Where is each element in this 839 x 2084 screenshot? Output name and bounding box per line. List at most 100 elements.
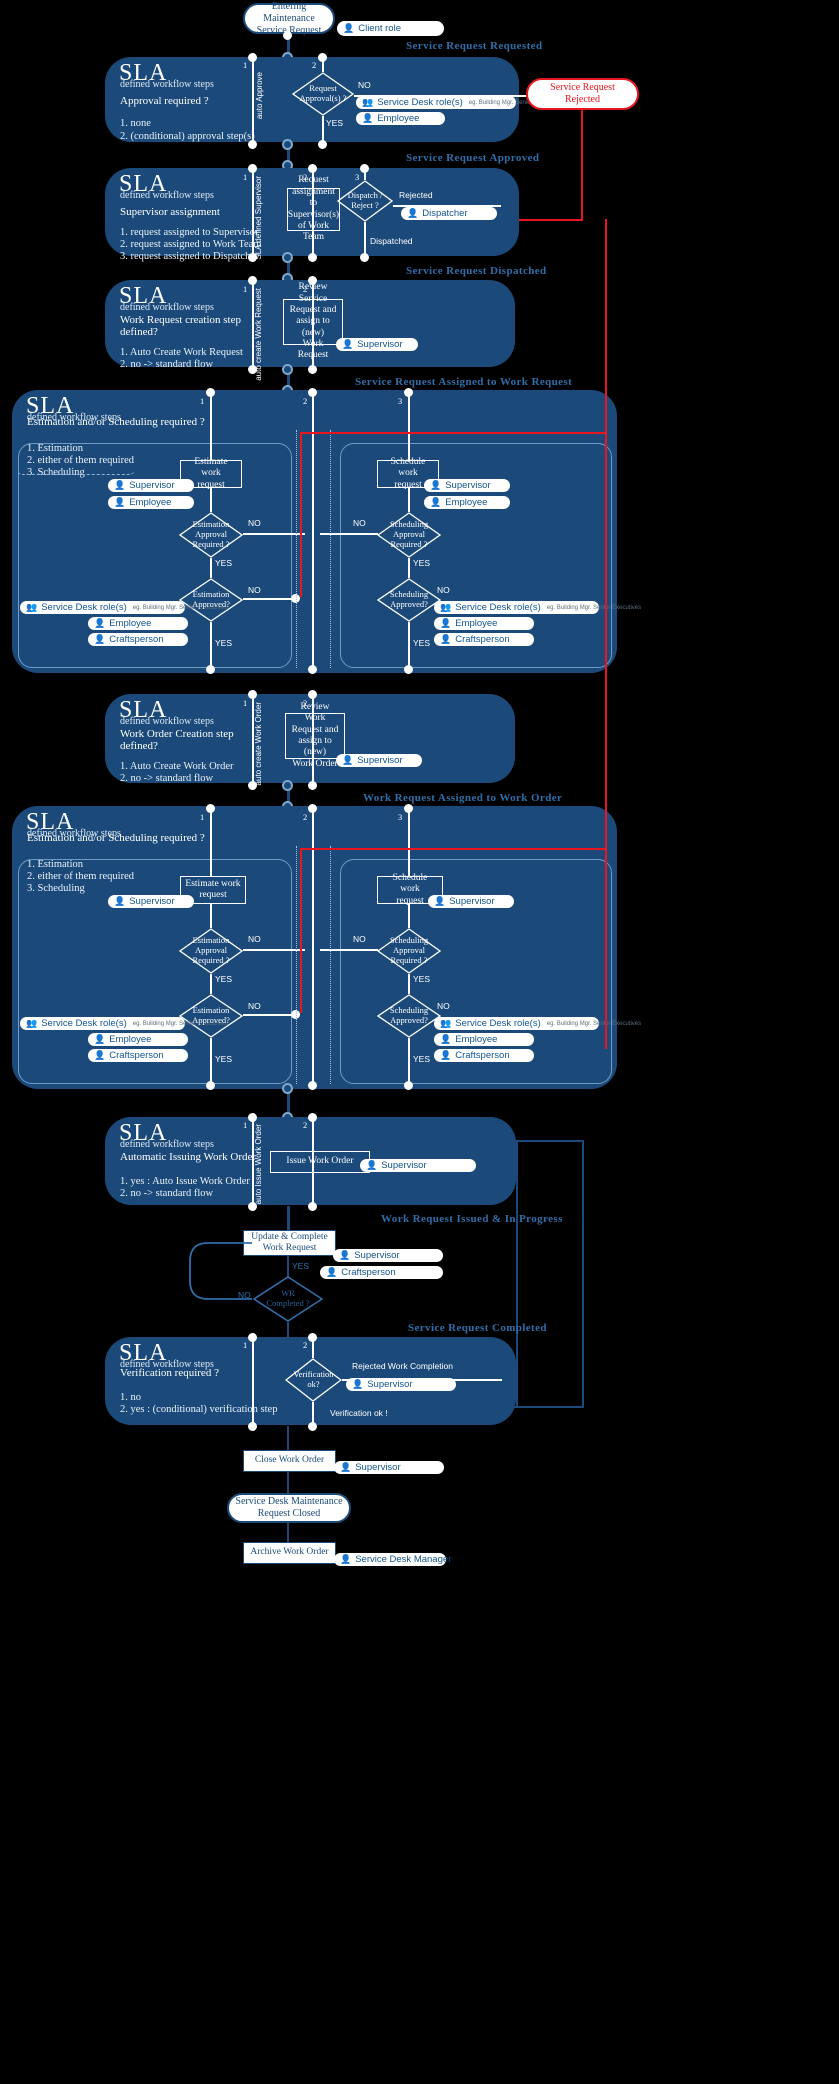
process-review-work-request: Review Work Request and assign to (new) … <box>285 702 345 769</box>
junction-dot-hollow <box>282 139 293 150</box>
decision-request-approvals: Request Approval(s) ? <box>292 72 354 116</box>
decision-label: WR Completed ? <box>266 1288 310 1308</box>
dotted-guide-right <box>330 846 331 1084</box>
status-service-request-completed: Service Request Completed <box>408 1322 547 1334</box>
track2-end-dot <box>308 665 317 674</box>
person-icon: 👤 <box>342 339 354 349</box>
role-chip-service-desk: 👥 Service Desk role(s) eg. Building Mgr.… <box>434 601 641 614</box>
workflow-diagram: Entering Maintenance Service Request 👤 C… <box>0 0 839 2084</box>
track-number-1: 1 <box>243 1120 248 1130</box>
track3-line-a <box>408 392 410 460</box>
track1-line-a <box>210 808 212 876</box>
sla-question: Approval required ? <box>120 95 209 107</box>
role-chip-supervisor: 👤 Supervisor <box>336 754 422 767</box>
decision-dispatch-reject: Dispatch / Reject ? <box>337 180 393 222</box>
person-icon: 👤 <box>343 23 355 33</box>
sla-item-2: 2. (conditional) approval step(s) <box>120 131 255 142</box>
person-icon: 👤 <box>340 1462 352 1472</box>
track3-line-c <box>408 974 410 994</box>
track1-line-b <box>210 488 212 512</box>
decision-label: Estimation Approved? <box>192 589 230 609</box>
edge-label-no: NO <box>353 934 366 944</box>
decision-label: Estimation Approval Required ? <box>192 935 230 965</box>
start-terminator: Entering Maintenance Service Request <box>243 0 335 36</box>
decision-label: Scheduling Approved? <box>389 589 429 609</box>
track1-line <box>252 60 254 144</box>
role-chip-employee: 👤 Employee <box>356 112 445 125</box>
track2-start-dot <box>308 1333 317 1342</box>
track-number-1: 1 <box>243 284 248 294</box>
connector-verification-to-close <box>287 1426 289 1450</box>
sch-no-line-wr <box>320 533 378 535</box>
role-supervisor-label: Supervisor <box>357 339 403 350</box>
track-number-2: 2 <box>303 1340 308 1350</box>
role-chip-supervisor: 👤 Supervisor <box>108 479 194 492</box>
decision-label: Estimation Approved? <box>192 1005 230 1025</box>
decision-label: Verification ok? <box>293 1369 334 1389</box>
person-icon: 👤 <box>114 497 126 507</box>
track1-label: auto Issue Work Order <box>254 1124 263 1205</box>
role-chip-service-desk: 👥 Service Desk role(s) eg. Building Mgr.… <box>434 1017 641 1030</box>
edge-label-yes: YES <box>215 638 233 648</box>
track3-end-dot <box>404 665 413 674</box>
decision-estimation-approval-required-wo: Estimation Approval Required ? <box>179 928 243 974</box>
track1-line-b <box>210 904 212 928</box>
edge-label-yes: YES <box>292 1261 310 1271</box>
track-number-1: 1 <box>243 1340 248 1350</box>
track3-line-c <box>408 558 410 578</box>
status-dispatched: Service Request Dispatched <box>406 265 547 277</box>
sla-question: Automatic Issuing Work Order <box>120 1151 257 1163</box>
est-approved-no-line-wo <box>243 1014 295 1016</box>
reject-loop-line-horiz-wo <box>300 848 607 850</box>
person-icon: 👤 <box>326 1267 338 1277</box>
sch-no-line-wo <box>320 949 378 951</box>
sla-question: Estimation and/or Scheduling required ? <box>27 416 205 428</box>
junction-dot-hollow <box>282 780 293 791</box>
junction-dot-hollow <box>282 364 293 375</box>
connector-update-to-wr-completed <box>287 1256 289 1278</box>
track3-end-dot <box>404 1081 413 1090</box>
person-icon: 👤 <box>407 208 419 218</box>
role-chip-supervisor: 👤 Supervisor <box>333 1249 443 1262</box>
role-chip-craftsperson: 👤 Craftsperson <box>320 1266 443 1279</box>
track2-start-dot <box>318 53 327 62</box>
person-icon: 👤 <box>440 634 452 644</box>
person-icon: 👤 <box>430 497 442 507</box>
group-icon: 👥 <box>362 97 374 107</box>
track1-start-dot <box>248 1333 257 1342</box>
sla-question-line2: defined? <box>120 326 158 338</box>
dotted-guide-right <box>330 430 331 668</box>
person-icon: 👤 <box>114 896 126 906</box>
track3-start-dot <box>360 164 369 173</box>
edge-label-no: NO <box>248 518 261 528</box>
role-chip-supervisor: 👤 Supervisor <box>334 1461 444 1474</box>
process-request-assignment: Request assignment to Supervisor(s) of W… <box>287 175 340 243</box>
role-chip-client: 👤 Client role <box>337 21 444 36</box>
role-service-desk-label: Service Desk role(s) <box>377 97 463 108</box>
start-label-line1: Entering Maintenance <box>263 0 315 24</box>
track-number-2: 2 <box>312 60 317 70</box>
process-issue-work-order: Issue Work Order <box>270 1151 370 1173</box>
track1-line-a <box>210 392 212 460</box>
role-chip-craftsperson: 👤 Craftsperson <box>434 1049 534 1062</box>
rejected-line2: Rejected <box>565 94 600 105</box>
track1-line-d <box>210 622 212 670</box>
track1-label: auto create Work Request <box>254 288 263 381</box>
person-icon: 👤 <box>339 1250 351 1260</box>
sla-subtitle: defined workflow steps <box>120 1139 214 1150</box>
dotted-guide-left <box>296 846 297 1084</box>
track-number-1: 1 <box>243 698 248 708</box>
decision-verification-ok: Verification ok? <box>285 1358 342 1402</box>
role-chip-service-desk: 👥 Service Desk role(s) eg. Building Mgr.… <box>20 601 227 614</box>
reject-loop-line-horiz <box>300 432 607 434</box>
connector-closed-to-archive <box>287 1523 289 1543</box>
status-approved: Service Request Approved <box>406 152 540 164</box>
decision-label: Scheduling Approval Required ? <box>389 519 429 549</box>
track1-start-dot <box>248 164 257 173</box>
reject-loop-line-vert-wo <box>605 669 607 1049</box>
edge-label-no: NO <box>437 585 450 595</box>
reject-loop-line-down <box>300 432 302 597</box>
role-chip-supervisor: 👤 Supervisor <box>360 1159 476 1172</box>
decision-estimation-approval-required-wr: Estimation Approval Required ? <box>179 512 243 558</box>
role-chip-supervisor: 👤 Supervisor <box>424 479 510 492</box>
